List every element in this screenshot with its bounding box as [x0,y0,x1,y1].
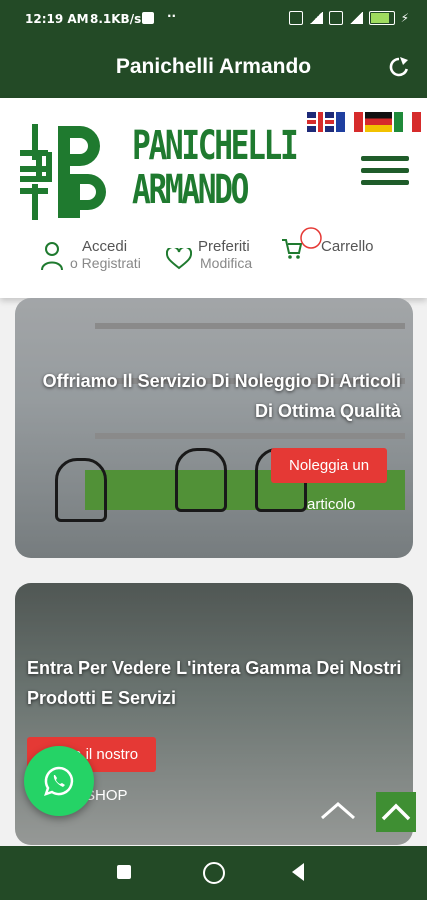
uk-flag-icon[interactable] [307,112,334,132]
signal-icon [308,12,323,24]
home-icon[interactable] [203,862,225,884]
cart-badge-icon [300,227,322,249]
recents-icon[interactable] [117,865,131,879]
back-icon[interactable] [292,863,304,881]
login-sublabel: o Registrati [70,255,141,271]
status-bar: 12:19 AM 8.1KB/s ·· ⚡ [0,0,427,40]
whatsapp-button[interactable] [24,746,94,816]
site-header: PANICHELLI ARMANDO Accedi o Registrati P… [0,98,427,298]
app-bar: Panichelli Armando [0,40,427,98]
heart-icon [166,248,192,270]
rent-button[interactable]: Noleggia un [271,448,388,483]
charging-icon: ⚡ [400,11,409,25]
brand-line-1: PANICHELLI [132,123,299,169]
cart-link[interactable]: Carrello [282,227,374,259]
cart-label: Carrello [321,238,374,255]
brand-line-2: ARMANDO [132,167,249,213]
language-flags [307,112,421,132]
chevron-up-icon [381,803,411,821]
message-icon [142,12,154,24]
hamburger-menu-icon[interactable] [361,156,409,192]
banner-title: Entra Per Vedere L'intera Gamma Dei Nost… [27,658,402,708]
refresh-icon[interactable] [387,55,411,79]
banner-title: Offriamo Il Servizio Di Noleggio Di Arti… [42,371,401,421]
status-icons: ⚡ [288,11,409,25]
de-flag-icon[interactable] [365,112,392,132]
status-time: 12:19 AM [25,12,89,26]
rental-banner[interactable]: Offriamo Il Servizio Di Noleggio Di Arti… [15,298,413,558]
favorites-sublabel: Modifica [200,255,253,271]
user-icon [41,242,63,271]
login-link[interactable]: Accedi o Registrati [40,238,141,271]
it-flag-icon[interactable] [394,112,421,132]
sim2-icon [328,11,343,25]
fr-flag-icon[interactable] [336,112,363,132]
favorites-label: Preferiti [198,238,250,255]
battery-icon [368,11,395,25]
app-title: Panichelli Armando [115,55,312,78]
brand-name: PANICHELLI ARMANDO [132,123,299,213]
sim-icon [288,11,303,25]
brand-logo[interactable] [18,122,110,222]
system-navigation-bar [0,846,427,900]
status-speed: 8.1KB/s [90,12,142,26]
status-dots: ·· [167,9,177,23]
scroll-top-button[interactable] [376,792,416,832]
whatsapp-icon [44,766,74,796]
signal2-icon [348,12,363,24]
rent-button-tail[interactable]: articolo [307,496,355,513]
favorites-link[interactable]: Preferiti Modifica [166,238,253,271]
login-label: Accedi [82,238,128,255]
chevron-up-icon[interactable] [318,798,358,822]
